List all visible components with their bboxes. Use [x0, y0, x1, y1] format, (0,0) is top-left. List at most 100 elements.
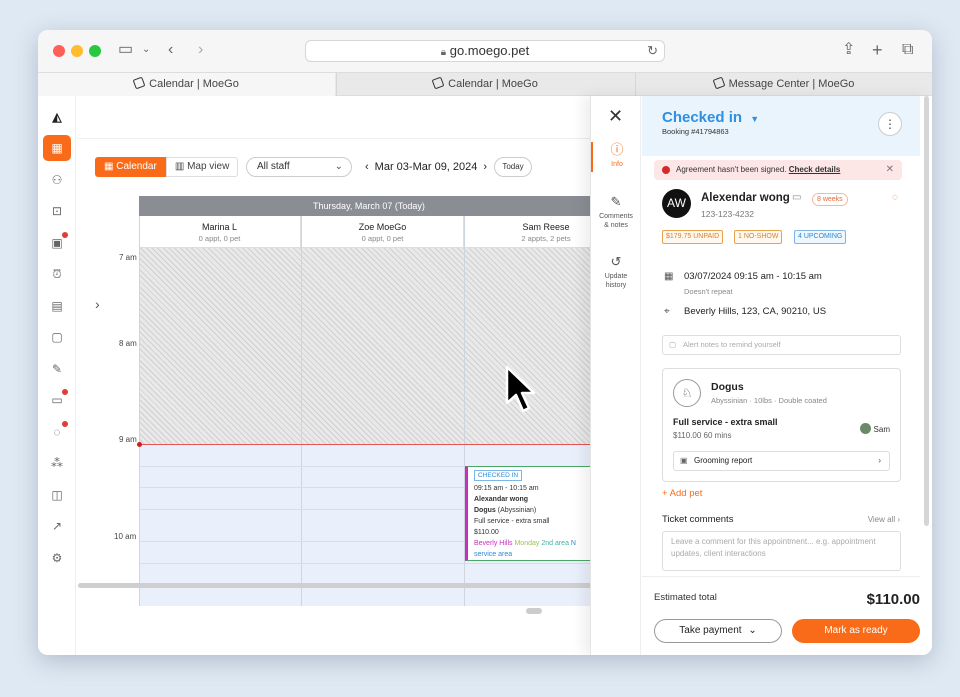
check-details-link[interactable]: Check details	[789, 165, 841, 174]
pet-name[interactable]: Dogus	[711, 381, 744, 393]
appointment-datetime[interactable]: 03/07/2024 09:15 am - 10:15 am	[684, 271, 822, 282]
settings-icon[interactable]: ⚙︎	[43, 545, 71, 571]
history-icon: ↺	[610, 254, 622, 269]
estimated-total-value: $110.00	[866, 591, 920, 608]
back-icon[interactable]: ‹	[168, 40, 173, 60]
lock-icon[interactable]: ⊡	[43, 198, 71, 224]
close-icon[interactable]: ✕	[886, 160, 894, 180]
minimize-window-button[interactable]	[71, 45, 83, 57]
tab-calendar-2[interactable]: Calendar | MoeGo	[336, 73, 634, 96]
pen-icon[interactable]: ✎	[43, 356, 71, 382]
calendar-view-button[interactable]: ▦ Calendar	[95, 157, 166, 177]
retail-icon[interactable]: ◫	[43, 482, 71, 508]
alarm-icon[interactable]: ⏰︎	[43, 261, 71, 287]
calendar-scroll-handle[interactable]	[526, 608, 542, 614]
appointment-breed: (Abyssinian)	[497, 507, 537, 514]
close-icon[interactable]: ✕	[608, 106, 623, 127]
team-icon[interactable]: ⁂	[43, 450, 71, 476]
calendar-icon[interactable]: ▦	[43, 135, 71, 161]
booking-number: Booking #41794863	[662, 127, 729, 136]
tab-overview-icon[interactable]: ⧉	[902, 40, 913, 60]
alert-notes-input[interactable]: ▢ Alert notes to remind yourself	[662, 335, 901, 355]
title-bar: ▭ ⌄ ‹ › 🔒︎ go.moego.pet ↻ ⇪ + ⧉	[38, 30, 932, 72]
prev-week-icon[interactable]: ‹	[365, 161, 369, 173]
staff-select[interactable]: All staff ⌄	[246, 157, 352, 177]
area-tag: Beverly Hills	[474, 540, 513, 547]
maximize-window-button[interactable]	[89, 45, 101, 57]
avatar[interactable]: AW	[662, 189, 691, 218]
grid-line	[139, 563, 599, 564]
staff-count: 0 appt, 0 pet	[361, 234, 404, 243]
date-range: ‹ Mar 03-Mar 09, 2024 ›	[365, 157, 487, 177]
expand-chevron-icon[interactable]: ›	[95, 296, 100, 312]
no-show-badge: 1 NO-SHOW	[734, 230, 783, 244]
lock-icon: 🔒︎	[440, 47, 447, 58]
tab-label: Calendar | MoeGo	[149, 78, 239, 90]
date-range-label: Mar 03-Mar 09, 2024	[374, 161, 478, 173]
error-icon	[662, 166, 670, 174]
time-label: 8 am	[119, 339, 137, 348]
staff-column-header[interactable]: Zoe MoeGo 0 appt, 0 pet	[302, 216, 464, 248]
left-nav: ◭ ▦ ⚇ ⊡ ▣ ⏰︎ ▤ ▢ ✎ ▭ ◌ ⁂ ◫ ↗ ⚙︎	[38, 96, 76, 655]
drawer-content: Checked in ▼ Booking #41794863 ⋮ Agreeme…	[642, 96, 920, 576]
report-icon: ▣	[680, 456, 688, 465]
tab-update-history[interactable]: ↺ Update history	[591, 254, 641, 290]
message-icon[interactable]: ◌	[892, 192, 898, 203]
messages-icon[interactable]: ◌	[43, 419, 71, 445]
booking-icon[interactable]: ▣	[43, 230, 71, 256]
appointment-card[interactable]: CHECKED IN 09:15 am - 10:15 am Alexandar…	[465, 466, 600, 561]
appointment-time: 09:15 am - 10:15 am	[474, 485, 539, 492]
close-window-button[interactable]	[53, 45, 65, 57]
credit-card-icon[interactable]: ▭	[792, 192, 801, 203]
url-text: go.moego.pet	[449, 43, 530, 58]
chevron-down-icon: ⌄	[334, 161, 343, 172]
tab-history-label: Update history	[604, 273, 628, 289]
tab-message-center[interactable]: Message Center | MoeGo	[635, 73, 932, 96]
mouse-cursor-icon	[505, 365, 536, 413]
reviews-icon[interactable]: ▭	[43, 387, 71, 413]
clipboard-icon[interactable]: ▢	[43, 324, 71, 350]
client-name[interactable]: Alexendar wong	[701, 192, 790, 204]
moego-logo[interactable]: ◭	[43, 104, 71, 130]
sidebar-toggle-icon[interactable]: ▭	[118, 40, 133, 60]
appointment-address: Beverly Hills, 123, CA, 90210, US	[684, 306, 827, 317]
area-tag-2: 2nd area	[541, 540, 569, 547]
appointment-pet: Dogus	[474, 507, 496, 514]
map-view-button[interactable]: ▥ Map view	[165, 157, 239, 177]
wallet-icon[interactable]: ▤	[43, 293, 71, 319]
grooming-report-button[interactable]: ▣ Grooming report ›	[673, 451, 890, 471]
reports-icon[interactable]: ↗	[43, 513, 71, 539]
share-icon[interactable]: ⇪	[842, 40, 855, 60]
view-all-link[interactable]: View all ›	[868, 515, 900, 524]
tab-calendar-1[interactable]: Calendar | MoeGo	[38, 73, 335, 96]
new-tab-icon[interactable]: +	[872, 40, 883, 60]
forward-icon[interactable]: ›	[198, 40, 203, 60]
tab-info[interactable]: ⓘ Info	[591, 142, 641, 172]
address-bar[interactable]: 🔒︎ go.moego.pet ↻	[305, 40, 665, 62]
status-dropdown[interactable]: Checked in ▼	[662, 109, 759, 126]
chevron-right-icon: ›	[878, 456, 881, 465]
chevron-down-icon[interactable]: ⌄	[142, 40, 150, 60]
staff-avatar	[859, 423, 871, 434]
take-payment-label: Take payment	[679, 625, 742, 636]
time-label: 9 am	[119, 435, 137, 444]
repeat-status: Doesn't repeat	[684, 287, 733, 296]
more-options-icon[interactable]: ⋮	[878, 112, 902, 136]
reload-icon[interactable]: ↻	[647, 41, 658, 61]
mark-as-ready-button[interactable]: Mark as ready	[792, 619, 920, 643]
service-info: $110.00 60 mins	[673, 431, 732, 440]
next-week-icon[interactable]: ›	[483, 161, 487, 173]
staff-column-header[interactable]: Marina L 0 appt, 0 pet	[139, 216, 301, 248]
today-button[interactable]: Today	[494, 157, 532, 177]
drawer-footer: Estimated total $110.00 Take payment ⌄ M…	[642, 576, 920, 655]
tab-comments-notes[interactable]: ✎ Comments & notes	[591, 194, 641, 230]
info-icon: ⓘ	[610, 142, 624, 157]
take-payment-button[interactable]: Take payment ⌄	[654, 619, 782, 643]
ticket-comment-input[interactable]: Leave a comment for this appointment... …	[662, 531, 901, 571]
drawer-scrollbar[interactable]	[924, 96, 929, 526]
view-all-label: View all	[867, 515, 896, 524]
horizontal-scrollbar[interactable]	[78, 583, 618, 588]
add-pet-button[interactable]: + Add pet	[662, 488, 702, 499]
clients-icon[interactable]: ⚇	[43, 167, 71, 193]
tab-label: Message Center | MoeGo	[728, 78, 855, 90]
